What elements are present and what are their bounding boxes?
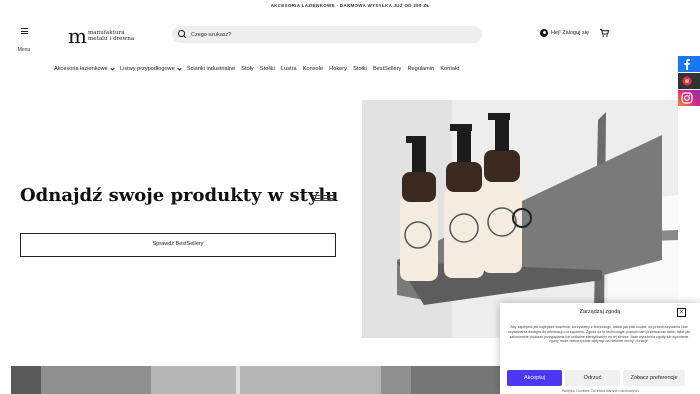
nav-item-lustra[interactable]: Lustra [281,66,297,72]
cookie-buttons: Akceptuj Odrzuć Zobacz preferencje [507,370,685,386]
deny-button[interactable]: Odrzuć [565,370,620,386]
instagram-link-2[interactable] [678,90,700,106]
chevron-down-icon [177,65,182,71]
user-icon [540,29,548,37]
search-bar[interactable] [172,26,482,43]
logo-text: manufaktura metalu i drewna [88,30,134,43]
facebook-icon [684,59,690,70]
chevron-down-icon [110,65,115,71]
nav-item-regulamin[interactable]: Regulamin [407,66,434,72]
login-link[interactable]: Hej! Zaloguj się [540,29,589,37]
nav-item-stoly[interactable]: Stoły [241,66,253,72]
menu-label: Menu [17,47,31,53]
cookie-links[interactable]: Polityka Cookies Ochrona danych osobowyc… [500,389,700,393]
cookie-text: Aby zapewnić jak najlepsze wrażenia, kor… [507,325,691,344]
instagram-icon [682,76,692,86]
logo-line-2: metalu i drewna [87,36,135,42]
cookie-title: Zarządzaj zgodą [579,309,621,315]
menu-icon [20,28,28,34]
cookie-consent-dialog: Zarządzaj zgodą × Aby zapewnić jak najle… [500,303,700,394]
nav-item-stoliki[interactable]: Stoliki [260,66,275,72]
nav-item-listwy[interactable]: Listwy przypodłogowe [119,65,182,72]
instagram-icon [681,92,693,104]
menu-button[interactable]: Menu [14,28,34,56]
search-input[interactable] [191,31,471,38]
nav-label: Listwy przypodłogowe [119,66,175,72]
nav-item-hokery[interactable]: Hokery [329,66,347,72]
main-nav: Akcesoria łazienkowe Listwy przypodłogow… [54,63,466,75]
nav-item-kontakt[interactable]: Kontakt [440,66,459,72]
promo-bar: AKCESORIA ŁAZIENKOWE - DARMOWA WYSYŁKA J… [270,3,430,8]
site-header: Menu m manufaktura metalu i drewna Hej! … [0,14,700,56]
accept-button[interactable]: Akceptuj [507,370,562,386]
logo-mark: m [68,24,87,48]
search-icon[interactable] [178,30,187,39]
logo[interactable]: m manufaktura metalu i drewna [68,26,134,46]
nav-item-akcesoria[interactable]: Akcesoria łazienkowe [54,65,115,72]
nav-item-scianki[interactable]: Ścianki industrialne [187,66,235,72]
hero-decoration [313,195,335,201]
nav-item-stolki[interactable]: Stołki [353,66,367,72]
nav-item-bestsellery[interactable]: BestSellery [373,66,401,72]
cart-icon[interactable] [600,29,609,37]
nav-item-konsole[interactable]: Konsole [303,66,323,72]
close-icon[interactable]: × [677,308,686,317]
bestsellers-button[interactable]: Sprawdź BestSellery [20,233,336,257]
preferences-button[interactable]: Zobacz preferencje [623,370,685,386]
login-label: Hej! Zaloguj się [551,30,589,36]
nav-label: Akcesoria łazienkowe [54,66,108,72]
instagram-link[interactable] [678,73,700,89]
hero-title: Odnajdź swoje produkty w stylu [20,185,339,206]
facebook-link[interactable] [678,56,700,72]
